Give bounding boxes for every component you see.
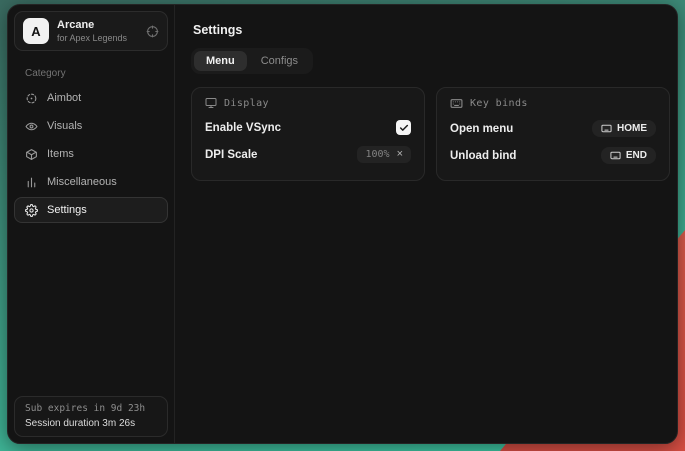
unload-keybind-button[interactable]: END xyxy=(601,147,656,164)
monitor-icon xyxy=(205,97,217,109)
clear-icon[interactable]: × xyxy=(397,149,403,160)
vsync-label: Enable VSync xyxy=(205,122,281,134)
session-duration-text: Session duration 3m 26s xyxy=(25,418,157,429)
sidebar-item-items[interactable]: Items xyxy=(14,141,168,167)
display-card-title: Display xyxy=(224,98,269,109)
keybinds-card-header: Key binds xyxy=(450,97,656,110)
sidebar-item-label: Aimbot xyxy=(47,92,81,104)
dpi-row: DPI Scale 100% × xyxy=(205,143,411,166)
sidebar-item-label: Settings xyxy=(47,204,87,216)
keyboard-icon xyxy=(610,150,621,161)
open-menu-key: HOME xyxy=(617,123,647,134)
check-icon xyxy=(399,123,409,133)
sidebar-item-label: Items xyxy=(47,148,74,160)
app-window: A Arcane for Apex Legends Category Aimbo… xyxy=(7,4,678,444)
dpi-value: 100% xyxy=(365,149,389,160)
main-content: Settings Menu Configs Display Enable VSy… xyxy=(175,5,678,443)
dpi-scale-input[interactable]: 100% × xyxy=(357,146,411,163)
app-subtitle: for Apex Legends xyxy=(57,33,127,43)
tab-bar: Menu Configs xyxy=(191,48,313,74)
sidebar-nav: Aimbot Visuals Items xyxy=(8,85,174,225)
keyboard-icon xyxy=(450,97,463,110)
open-menu-row: Open menu HOME xyxy=(450,117,656,140)
tab-configs[interactable]: Configs xyxy=(249,51,310,71)
open-menu-label: Open menu xyxy=(450,123,513,135)
bars-icon xyxy=(25,176,38,189)
display-card-header: Display xyxy=(205,97,411,109)
unload-bind-label: Unload bind xyxy=(450,150,516,162)
subscription-info-box: Sub expires in 9d 23h Session duration 3… xyxy=(14,396,168,437)
sub-expiry-text: Sub expires in 9d 23h xyxy=(25,403,157,414)
sidebar-item-miscellaneous[interactable]: Miscellaneous xyxy=(14,169,168,195)
crosshair-target-icon[interactable] xyxy=(146,25,159,38)
keybinds-card-title: Key binds xyxy=(470,98,528,109)
sidebar-item-visuals[interactable]: Visuals xyxy=(14,113,168,139)
sidebar-item-aimbot[interactable]: Aimbot xyxy=(14,85,168,111)
crosshair-icon xyxy=(25,92,38,105)
page-title: Settings xyxy=(193,23,670,37)
category-label: Category xyxy=(25,68,174,79)
eye-icon xyxy=(25,120,38,133)
sidebar-item-settings[interactable]: Settings xyxy=(14,197,168,223)
sidebar: A Arcane for Apex Legends Category Aimbo… xyxy=(8,5,175,443)
settings-cards: Display Enable VSync DPI Scale 100% × xyxy=(191,87,670,181)
gear-icon xyxy=(25,204,38,217)
tab-menu[interactable]: Menu xyxy=(194,51,247,71)
sidebar-item-label: Visuals xyxy=(47,120,82,132)
display-card: Display Enable VSync DPI Scale 100% × xyxy=(191,87,425,181)
keyboard-icon xyxy=(601,123,612,134)
profile-meta: Arcane for Apex Legends xyxy=(57,19,127,43)
app-name: Arcane xyxy=(57,19,127,31)
profile-card: A Arcane for Apex Legends xyxy=(14,11,168,51)
keybinds-card: Key binds Open menu HOME Unload bind xyxy=(436,87,670,181)
sidebar-item-label: Miscellaneous xyxy=(47,176,117,188)
vsync-row: Enable VSync xyxy=(205,116,411,139)
dpi-label: DPI Scale xyxy=(205,149,257,161)
open-menu-keybind-button[interactable]: HOME xyxy=(592,120,656,137)
vsync-checkbox[interactable] xyxy=(396,120,411,135)
app-logo: A xyxy=(23,18,49,44)
unload-bind-row: Unload bind END xyxy=(450,144,656,167)
package-icon xyxy=(25,148,38,161)
unload-key: END xyxy=(626,150,647,161)
